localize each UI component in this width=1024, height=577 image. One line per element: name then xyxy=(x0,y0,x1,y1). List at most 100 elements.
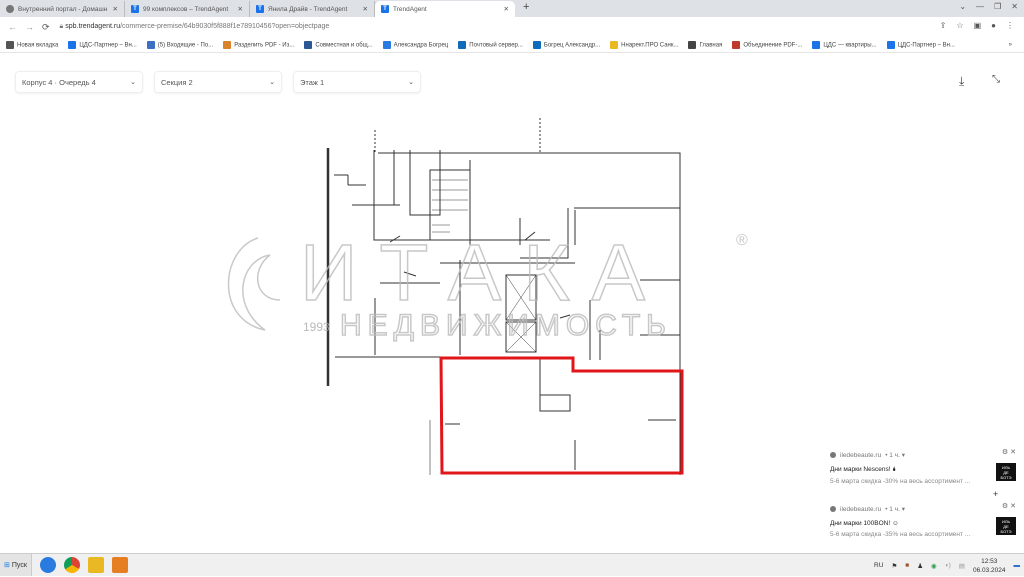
bookmarks-bar: Новая вкладка ЦДС-Партнер – Вн... (5) Вход… xyxy=(0,37,1024,53)
close-icon[interactable]: ✕ xyxy=(113,5,118,13)
close-icon[interactable]: ✕ xyxy=(363,5,368,13)
bookmark-item[interactable]: Объединение PDF-... xyxy=(732,40,802,49)
taskbar: ⊞ Пуск RU ⚑ ■ ♟ ◉ ◖) ▤ 12:53 06.03.2024 ▬ xyxy=(0,553,1024,576)
bookmark-item[interactable]: Главная xyxy=(688,40,722,49)
close-icon[interactable]: ✕ xyxy=(1010,503,1016,510)
restore-icon[interactable]: ❐ xyxy=(994,2,1001,11)
windows-logo-icon: ⊞ xyxy=(4,562,10,569)
bookmark-item[interactable]: (5) Входящие - По... xyxy=(146,40,213,49)
volume-icon[interactable]: ◖) xyxy=(945,562,951,569)
close-icon[interactable]: ✕ xyxy=(238,5,243,13)
bookmark-icon xyxy=(812,40,821,49)
clock[interactable]: 12:53 06.03.2024 xyxy=(973,557,1006,575)
bookmark-icon xyxy=(68,40,77,49)
trendagent-icon: T xyxy=(256,5,264,13)
close-icon[interactable]: ✕ xyxy=(504,5,509,13)
bookmark-icon xyxy=(886,40,895,49)
expand-icon[interactable]: + xyxy=(993,489,998,499)
media-player-icon[interactable] xyxy=(111,557,128,573)
tab-portal[interactable]: Внутренний портал - Домашн ✕ xyxy=(0,1,125,17)
new-tab-button[interactable]: + xyxy=(523,1,529,17)
app-tray-icon[interactable]: ♟ xyxy=(917,562,923,570)
floor-plan: ИТАКА ® НЕДВИЖИМОСТЬ 1993 xyxy=(227,118,748,475)
close-icon[interactable]: ✕ xyxy=(1010,449,1016,456)
bookmark-icon xyxy=(732,40,741,49)
sidepanel-icon[interactable]: ▣ xyxy=(974,21,982,30)
bookmark-icon xyxy=(532,40,541,49)
url-field[interactable]: 🔒︎ spb.trendagent.ru/commerce-premise/64… xyxy=(60,23,330,31)
minimize-icon[interactable]: — xyxy=(976,2,984,11)
bookmark-icon xyxy=(304,40,313,49)
tab-yanila[interactable]: T Янила Драйв - TrendAgent ✕ xyxy=(250,1,375,17)
folder-icon[interactable] xyxy=(87,557,104,573)
bookmark-icon xyxy=(223,40,232,49)
chevron-down-icon: ⌄ xyxy=(130,79,136,86)
bookmark-icon xyxy=(688,40,697,49)
bookmark-item[interactable]: Александра Богрец xyxy=(382,40,448,49)
network-icon[interactable]: ■ xyxy=(905,562,909,569)
chrome-icon[interactable] xyxy=(63,557,80,573)
forward-icon[interactable]: → xyxy=(25,22,34,32)
profile-icon[interactable]: ● xyxy=(991,21,996,30)
bookmark-item[interactable]: Богрец Александр... xyxy=(532,40,600,49)
flag-icon[interactable]: ⚑ xyxy=(891,562,897,570)
star-icon[interactable]: ☆ xyxy=(956,21,963,30)
bookmark-item[interactable]: Совместная и общ... xyxy=(304,40,373,49)
bookmark-icon xyxy=(458,40,467,49)
share-icon[interactable]: ⇪ xyxy=(940,21,947,30)
address-bar: ← → ⟳ 🔒︎ spb.trendagent.ru/commerce-prem… xyxy=(0,17,1024,37)
brand-logo: ИЛЬ ДЕ БОТЭ xyxy=(996,517,1016,535)
tab-99-complexes[interactable]: T 99 комплексов – TrendAgent ✕ xyxy=(125,1,250,17)
bookmarks-more-button[interactable]: » xyxy=(1009,42,1012,48)
svg-text:®: ® xyxy=(736,232,748,249)
gear-icon[interactable]: ⚙ xyxy=(1002,449,1008,456)
building-select[interactable]: Корпус 4 · Очередь 4 ⌄ xyxy=(15,71,143,93)
bookmark-item[interactable]: Ннарект.ПРО Санк... xyxy=(610,40,678,49)
system-tray: RU ⚑ ■ ♟ ◉ ◖) ▤ 12:53 06.03.2024 ▬ xyxy=(874,554,1020,577)
section-select[interactable]: Секция 2 ⌄ xyxy=(154,71,282,93)
ie-icon[interactable] xyxy=(39,557,56,573)
bookmark-item[interactable]: ЦДС — квартиры... xyxy=(812,40,877,49)
brand-logo: ИЛЬ ДЕ БОТЭ xyxy=(996,463,1016,481)
site-icon xyxy=(830,506,836,512)
selected-premise-outline[interactable] xyxy=(439,356,684,475)
svg-text:НЕДВИЖИМОСТЬ: НЕДВИЖИМОСТЬ xyxy=(340,309,672,342)
site-icon xyxy=(830,452,836,458)
notification[interactable]: iledebeaute.ru • 1 ч. ▾ Дни марки Nescens… xyxy=(830,449,1020,485)
bookmark-item[interactable]: ЦДС-Партнер – Вн... xyxy=(68,40,137,49)
back-icon[interactable]: ← xyxy=(8,22,17,32)
globe-icon xyxy=(6,5,14,13)
watermark: ИТАКА ® НЕДВИЖИМОСТЬ 1993 xyxy=(227,227,748,343)
window-controls: ⌄ — ❐ ✕ xyxy=(959,2,1018,11)
gear-icon[interactable]: ⚙ xyxy=(1002,503,1008,510)
download-icon[interactable]: ⤓ xyxy=(959,74,964,89)
svg-text:1993: 1993 xyxy=(303,320,330,334)
bookmark-item[interactable]: Почтовый сервер... xyxy=(458,40,523,49)
start-button[interactable]: ⊞ Пуск xyxy=(0,554,32,576)
floor-select[interactable]: Этаж 1 ⌄ xyxy=(293,71,421,93)
show-desktop-icon[interactable]: ▬ xyxy=(1014,562,1021,569)
trendagent-icon: T xyxy=(381,5,389,13)
svg-text:ИТАКА: ИТАКА xyxy=(300,228,667,317)
language-indicator[interactable]: RU xyxy=(874,562,883,569)
bookmark-item[interactable]: Новая вкладка xyxy=(6,40,58,49)
bookmark-icon xyxy=(146,40,155,49)
chevron-down-icon: ⌄ xyxy=(408,79,414,86)
green-app-icon[interactable]: ◉ xyxy=(931,562,937,570)
menu-icon[interactable]: ⋮ xyxy=(1006,21,1014,30)
bookmark-icon xyxy=(6,40,14,49)
trendagent-icon: T xyxy=(131,5,139,13)
chevron-down-icon[interactable]: ⌄ xyxy=(959,2,966,11)
bookmark-item[interactable]: Разделить PDF - Из... xyxy=(223,40,294,49)
bookmark-item[interactable]: ЦДС-Партнер – Вн... xyxy=(886,40,955,49)
notification[interactable]: iledebeaute.ru • 1 ч. ▾ Дни марки 100BON!… xyxy=(830,503,1020,538)
close-window-icon[interactable]: ✕ xyxy=(1011,2,1018,11)
bookmark-icon xyxy=(382,40,391,49)
collapse-icon[interactable]: ⤡ xyxy=(992,74,1000,85)
keyboard-icon[interactable]: ▤ xyxy=(959,562,965,570)
tab-trendagent[interactable]: T TrendAgent ✕ xyxy=(375,1,515,17)
reload-icon[interactable]: ⟳ xyxy=(42,22,50,33)
chevron-down-icon: ⌄ xyxy=(269,79,275,86)
bookmark-icon xyxy=(610,40,619,49)
tab-strip: Внутренний портал - Домашн ✕ T 99 комплекс… xyxy=(0,0,1024,17)
